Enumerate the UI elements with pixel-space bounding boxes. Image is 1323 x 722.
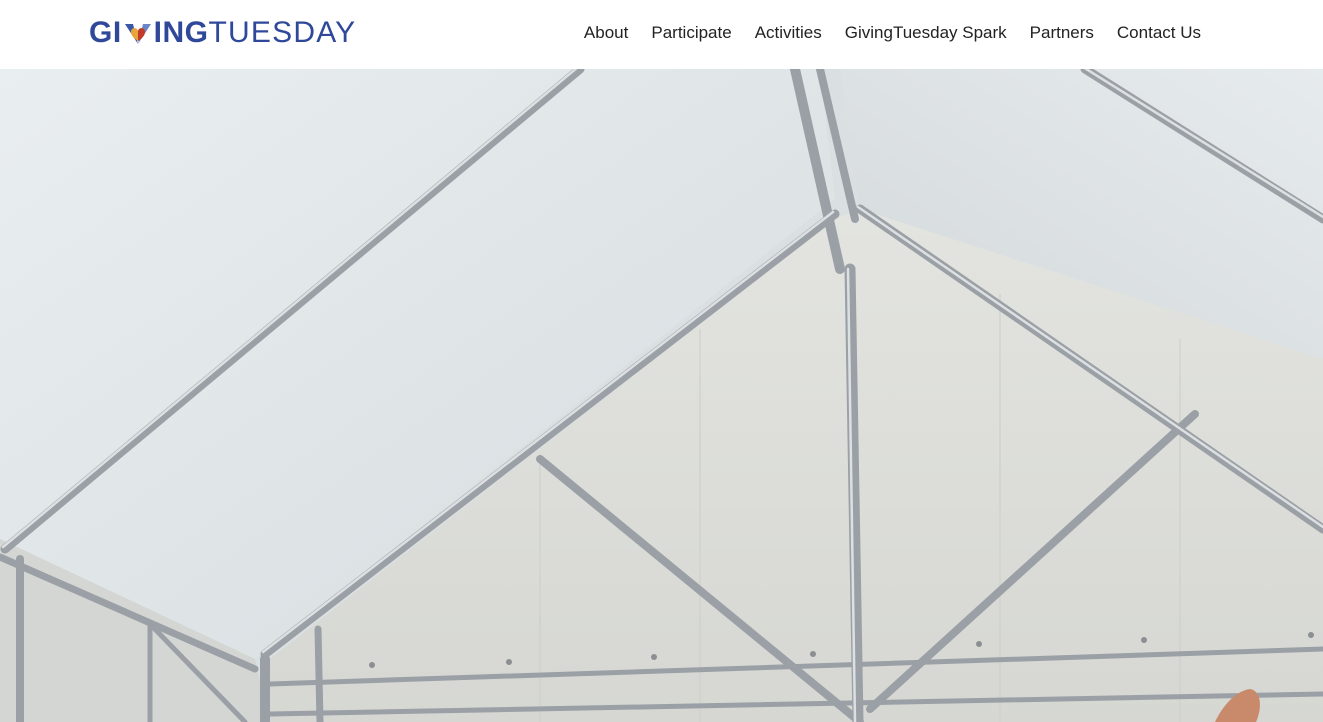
nav-partners[interactable]: Partners <box>1030 22 1094 44</box>
logo-text-gi: GI <box>89 16 122 49</box>
nav-contact-us[interactable]: Contact Us <box>1117 22 1201 44</box>
nav-participate[interactable]: Participate <box>651 22 731 44</box>
logo-text-tuesday: TUESDAY <box>208 16 357 49</box>
nav-activities[interactable]: Activities <box>755 22 822 44</box>
main-nav: About Participate Activities GivingTuesd… <box>584 22 1201 44</box>
nav-about[interactable]: About <box>584 22 628 44</box>
hero-image <box>0 69 1323 722</box>
tent-interior-photo <box>0 69 1323 722</box>
hands-heart-icon <box>124 24 151 44</box>
logo-text-ing: ING <box>153 16 209 49</box>
givingtuesday-logo[interactable]: GI ING TUESDAY <box>89 16 356 50</box>
site-header: GI ING TUESDAY About Participate Activit… <box>0 0 1323 69</box>
nav-givingtuesday-spark[interactable]: GivingTuesday Spark <box>845 22 1007 44</box>
